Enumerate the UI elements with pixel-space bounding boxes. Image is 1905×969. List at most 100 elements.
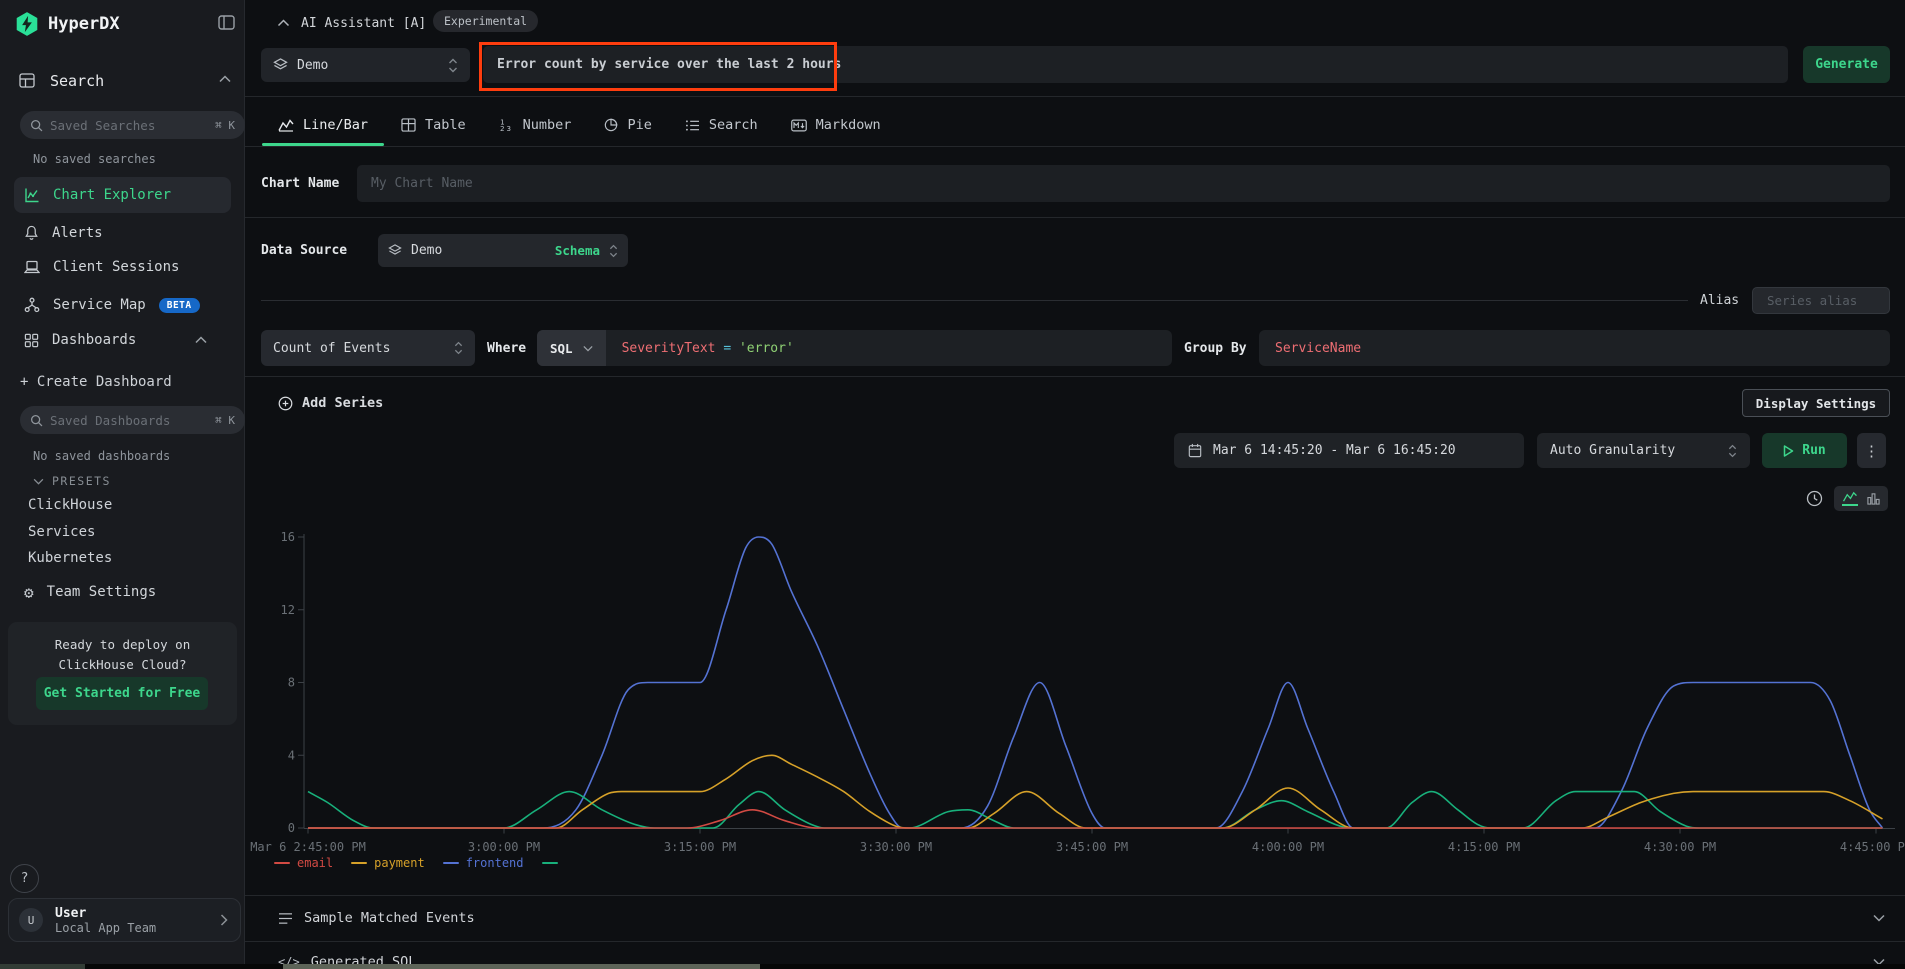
more-options-button[interactable]: ⋮ bbox=[1857, 433, 1886, 468]
chart-legend: email payment frontend bbox=[274, 856, 565, 870]
get-started-button[interactable]: Get Started for Free bbox=[36, 677, 208, 710]
svg-text:3: 3 bbox=[506, 124, 511, 132]
data-source-select[interactable]: Demo Schema bbox=[378, 234, 628, 267]
line-style-icon[interactable] bbox=[1842, 491, 1858, 506]
user-team: Local App Team bbox=[55, 921, 220, 935]
preset-clickhouse[interactable]: ClickHouse bbox=[28, 497, 112, 513]
service-map-icon bbox=[24, 297, 40, 313]
saved-dashboards-placeholder: Saved Dashboards bbox=[50, 413, 208, 428]
clickhouse-cloud-card: Ready to deploy on ClickHouse Cloud? Get… bbox=[8, 622, 237, 725]
sidebar-item-chart-explorer[interactable]: Chart Explorer bbox=[14, 177, 231, 213]
timeseries-chart[interactable]: 0481216Mar 6 2:45:00 PM3:00:00 PM3:15:00… bbox=[245, 520, 1905, 862]
x-tick-label: 4:30:00 PM bbox=[1644, 840, 1716, 854]
no-saved-searches-text: No saved searches bbox=[33, 152, 156, 166]
x-tick-label: 4:00:00 PM bbox=[1252, 840, 1324, 854]
aggregation-select[interactable]: Count of Events bbox=[261, 330, 475, 366]
sidebar-item-service-map[interactable]: Service Map BETA bbox=[14, 289, 231, 321]
sidebar-item-dashboards[interactable]: Dashboards bbox=[14, 324, 231, 356]
sidebar-item-team-settings[interactable]: ⚙ Team Settings bbox=[14, 576, 231, 608]
saved-dashboards-shortcut: ⌘ K bbox=[215, 414, 235, 427]
table-icon bbox=[401, 118, 416, 132]
clock-icon[interactable] bbox=[1806, 490, 1823, 507]
legend-item[interactable]: payment bbox=[351, 856, 425, 870]
preset-kubernetes[interactable]: Kubernetes bbox=[28, 550, 112, 566]
y-tick-label: 8 bbox=[288, 676, 295, 690]
legend-dash bbox=[351, 862, 367, 864]
chart-name-input[interactable] bbox=[357, 165, 1890, 202]
where-label: Where bbox=[487, 341, 526, 356]
chevron-down-icon[interactable] bbox=[33, 478, 44, 485]
sidebar-item-alerts[interactable]: Alerts bbox=[14, 217, 231, 249]
saved-searches-input[interactable]: Saved Searches ⌘ K bbox=[20, 111, 245, 139]
bottom-edge-strip bbox=[0, 964, 1905, 969]
sample-matched-events-label: Sample Matched Events bbox=[304, 910, 475, 926]
aggregation-value: Count of Events bbox=[273, 341, 446, 356]
legend-item[interactable]: frontend bbox=[443, 856, 524, 870]
sidebar-item-label: Team Settings bbox=[47, 584, 157, 600]
bottom-strip-segment bbox=[283, 964, 760, 969]
granularity-value: Auto Granularity bbox=[1550, 443, 1720, 458]
presets-header[interactable]: PRESETS bbox=[52, 474, 111, 488]
sidebar-item-label: Dashboards bbox=[52, 332, 136, 348]
tab-pie[interactable]: Pie bbox=[604, 117, 651, 133]
legend-item[interactable]: email bbox=[274, 856, 333, 870]
tab-line-bar[interactable]: Line/Bar bbox=[278, 117, 368, 133]
legend-label: email bbox=[297, 856, 333, 870]
ai-assistant-title: AI Assistant [A] bbox=[301, 16, 426, 31]
display-settings-button[interactable]: Display Settings bbox=[1742, 389, 1890, 417]
dashboards-icon bbox=[24, 333, 39, 348]
ai-source-select[interactable]: Demo bbox=[261, 48, 470, 82]
generate-button[interactable]: Generate bbox=[1803, 46, 1890, 83]
data-source-label: Data Source bbox=[261, 243, 347, 258]
where-sql-input[interactable]: SQL SeverityText = 'error' bbox=[537, 330, 1172, 366]
gear-icon: ⚙ bbox=[24, 583, 34, 602]
laptop-icon bbox=[24, 260, 40, 274]
user-menu[interactable]: U User Local App Team bbox=[8, 898, 241, 942]
chart-type-tabs: Line/Bar Table 123 Number Pie Search Mar… bbox=[278, 117, 881, 133]
legend-dash bbox=[274, 862, 290, 864]
x-tick-label: 3:15:00 PM bbox=[664, 840, 736, 854]
sample-matched-events-accordion[interactable]: Sample Matched Events bbox=[245, 896, 1905, 940]
preset-services[interactable]: Services bbox=[28, 524, 95, 540]
ai-prompt-input[interactable] bbox=[483, 46, 1788, 83]
sidebar-section-search[interactable]: Search bbox=[50, 72, 104, 90]
run-button[interactable]: Run bbox=[1762, 433, 1847, 468]
tab-table[interactable]: Table bbox=[401, 117, 466, 133]
create-dashboard-button[interactable]: + Create Dashboard bbox=[20, 374, 172, 390]
granularity-select[interactable]: Auto Granularity bbox=[1537, 433, 1750, 468]
tab-markdown[interactable]: Markdown bbox=[791, 117, 881, 133]
saved-dashboards-input[interactable]: Saved Dashboards ⌘ K bbox=[20, 406, 245, 434]
app-title: HyperDX bbox=[48, 14, 120, 34]
hyperdx-logo-icon bbox=[14, 11, 40, 37]
divider bbox=[245, 217, 1905, 218]
number-icon: 123 bbox=[499, 118, 514, 132]
chevron-up-icon[interactable] bbox=[219, 75, 231, 83]
group-by-input[interactable]: ServiceName bbox=[1259, 330, 1890, 366]
alias-input[interactable] bbox=[1752, 287, 1890, 314]
where-expression: SeverityText = 'error' bbox=[606, 341, 794, 356]
divider bbox=[245, 376, 1905, 377]
layers-icon bbox=[273, 58, 288, 72]
add-series-button[interactable]: Add Series bbox=[278, 395, 383, 411]
select-chevrons-icon bbox=[1728, 444, 1737, 458]
divider bbox=[261, 300, 1688, 301]
schema-link[interactable]: Schema bbox=[555, 243, 600, 258]
search-icon bbox=[30, 414, 43, 427]
user-name: User bbox=[55, 906, 220, 921]
legend-item[interactable] bbox=[542, 862, 565, 864]
sql-mode-select[interactable]: SQL bbox=[537, 330, 606, 366]
help-button[interactable]: ? bbox=[10, 864, 39, 893]
date-range-picker[interactable]: Mar 6 14:45:20 - Mar 6 16:45:20 bbox=[1174, 433, 1524, 468]
chevron-down-icon bbox=[583, 345, 593, 352]
sidebar-item-client-sessions[interactable]: Client Sessions bbox=[14, 251, 231, 283]
collapse-sidebar-icon[interactable] bbox=[218, 15, 235, 30]
ai-assistant-collapse-icon[interactable] bbox=[277, 19, 290, 27]
sidebar-item-label: Client Sessions bbox=[53, 259, 179, 275]
tab-search[interactable]: Search bbox=[685, 117, 758, 133]
search-section-icon bbox=[19, 73, 35, 88]
tab-number[interactable]: 123 Number bbox=[499, 117, 572, 133]
bar-style-icon[interactable] bbox=[1867, 492, 1880, 505]
saved-searches-shortcut: ⌘ K bbox=[215, 119, 235, 132]
markdown-icon bbox=[791, 119, 807, 132]
legend-dash bbox=[542, 862, 558, 864]
